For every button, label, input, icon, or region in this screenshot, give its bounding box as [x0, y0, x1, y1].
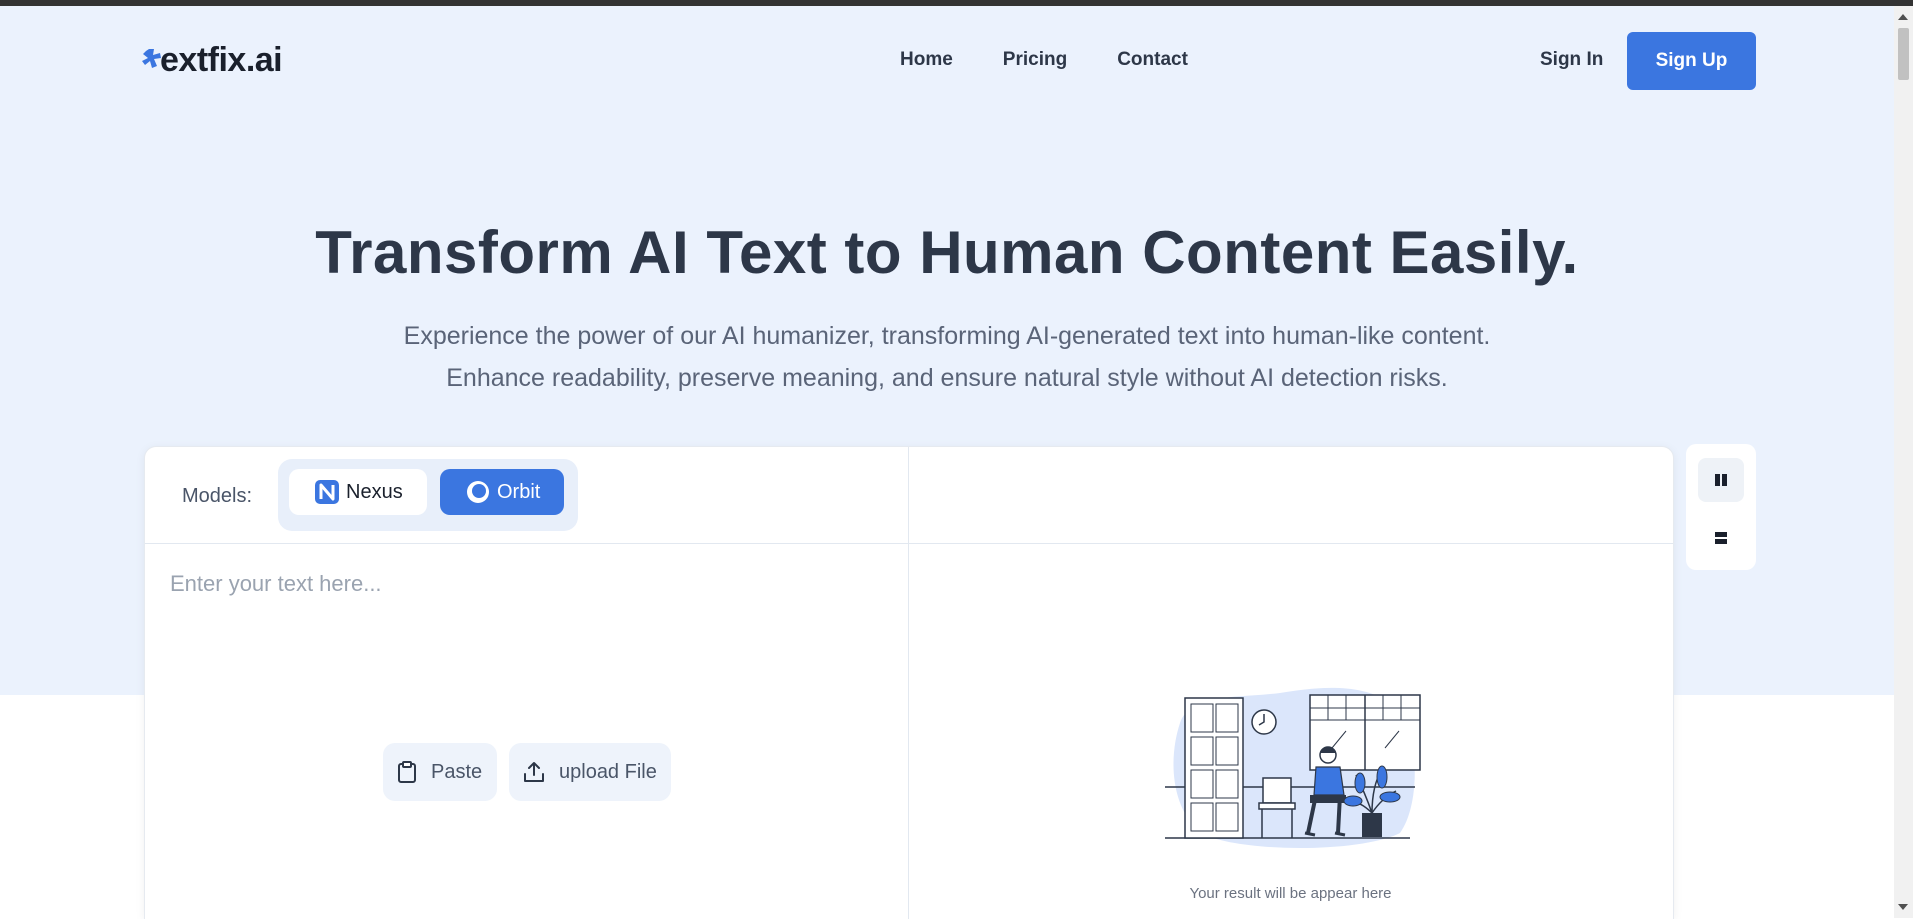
scroll-thumb[interactable]	[1898, 28, 1909, 80]
sign-in-link[interactable]: Sign In	[1540, 46, 1603, 74]
hero-subtitle-line1: Experience the power of our AI humanizer…	[403, 322, 1491, 350]
rows-layout-icon	[1715, 532, 1727, 544]
waiting-room-illustration	[1165, 687, 1421, 848]
upload-file-button[interactable]: upload File	[509, 743, 671, 801]
clipboard-icon	[398, 761, 416, 783]
model-orbit-label: Orbit	[497, 480, 541, 503]
columns-layout-icon	[1715, 474, 1727, 486]
models-label: Models:	[182, 485, 253, 507]
scroll-up-icon[interactable]	[1898, 14, 1908, 20]
hero-title: Transform AI Text to Human Content Easil…	[315, 219, 1579, 286]
toolbar-divider	[145, 543, 1673, 544]
panel-divider	[908, 447, 909, 919]
paste-label: Paste	[431, 760, 483, 783]
hero-subtitle-line2: Enhance readability, preserve meaning, a…	[446, 364, 1448, 392]
main-nav: Home Pricing Contact	[900, 46, 1238, 74]
humanizer-card: Models: Nexus Orbit Enter your text here…	[144, 446, 1674, 919]
rows-layout-button[interactable]	[1698, 516, 1744, 560]
upload-label: upload File	[559, 760, 657, 783]
model-nexus-label: Nexus	[346, 480, 403, 503]
sign-up-button[interactable]: Sign Up	[1627, 32, 1756, 90]
logo-text: extfix.ai	[160, 40, 283, 79]
nexus-icon	[315, 480, 339, 504]
columns-layout-button[interactable]	[1698, 458, 1744, 502]
orbit-icon	[467, 481, 489, 503]
layout-toggle-panel	[1686, 444, 1756, 570]
logo[interactable]: extfix.ai	[142, 40, 283, 80]
text-input[interactable]: Enter your text here...	[170, 571, 382, 597]
paste-button[interactable]: Paste	[383, 743, 497, 801]
nav-pricing[interactable]: Pricing	[1003, 46, 1067, 74]
model-nexus-button[interactable]: Nexus	[289, 469, 427, 515]
result-placeholder: Your result will be appear here	[1189, 885, 1392, 902]
model-selector: Nexus Orbit	[278, 459, 578, 531]
nav-contact[interactable]: Contact	[1117, 46, 1188, 74]
scroll-down-icon[interactable]	[1898, 904, 1908, 910]
page-scrollbar[interactable]	[1894, 6, 1913, 918]
nav-home[interactable]: Home	[900, 46, 953, 74]
model-orbit-button[interactable]: Orbit	[440, 469, 564, 515]
upload-icon	[524, 762, 544, 782]
